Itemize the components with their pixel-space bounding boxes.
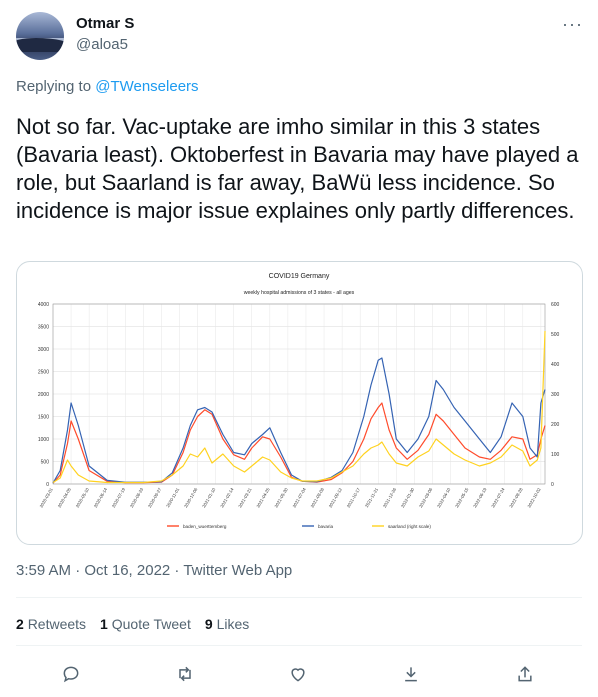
like-icon[interactable]	[284, 660, 312, 688]
y2-tick-label: 400	[551, 362, 560, 368]
y2-tick-label: 100	[551, 452, 560, 458]
x-tick-label: 2020-11-01	[165, 486, 180, 508]
x-tick-label: 2022-01-30	[400, 486, 416, 508]
quotes-stat[interactable]: 1 Quote Tweet	[100, 616, 191, 632]
chart-svg: COVID19 Germany weekly hospital admission…	[38, 273, 560, 529]
y2-tick-label: 600	[551, 302, 560, 308]
divider	[16, 645, 582, 646]
y-tick-label: 2000	[38, 392, 49, 398]
x-tick-label: 2021-02-14	[219, 486, 235, 508]
series-line-bavaria	[52, 357, 546, 484]
attached-chart-image[interactable]: COVID19 Germany weekly hospital admission…	[16, 261, 583, 545]
x-tick-label: 2022-05-15	[454, 486, 470, 508]
y2-tick-label: 0	[551, 482, 554, 488]
avatar-hill	[16, 38, 64, 52]
tweet-timestamp[interactable]: 3:59 AM · Oct 16, 2022 · Twitter Web App	[16, 562, 292, 579]
tweet-actions	[16, 660, 582, 688]
y-tick-label: 1500	[38, 415, 49, 421]
x-tick-label: 2021-01-10	[201, 486, 217, 508]
chart-title: COVID19 Germany	[269, 273, 330, 280]
x-tick-label: 2021-09-12	[328, 486, 344, 508]
avatar[interactable]	[16, 12, 64, 60]
divider	[16, 597, 582, 598]
replying-to-label: Replying to	[16, 78, 92, 95]
y-tick-label: 4000	[38, 302, 49, 308]
legend-label: baden_wuerttemberg	[183, 524, 227, 529]
author-name[interactable]: Otmar S	[76, 15, 134, 32]
y2-tick-label: 300	[551, 392, 560, 398]
retweets-stat[interactable]: 2 Retweets	[16, 616, 86, 632]
x-tick-label: 2020-04-05	[57, 486, 73, 508]
x-tick-label: 2021-12-26	[382, 486, 398, 508]
x-tick-label: 2020-03-01	[39, 486, 55, 508]
y2-tick-label: 200	[551, 422, 560, 428]
share-icon[interactable]	[511, 660, 539, 688]
x-tick-label: 2021-11-21	[364, 486, 379, 508]
y-tick-label: 1000	[38, 437, 49, 443]
tweet-text: Not so far. Vac-uptake are imho similar …	[16, 114, 579, 223]
retweet-icon[interactable]	[171, 660, 199, 688]
x-tick-label: 2022-04-10	[436, 486, 452, 508]
reply-target-link[interactable]: @TWenseleers	[95, 78, 198, 95]
reply-icon[interactable]	[57, 660, 85, 688]
x-tick-label: 2022-10-02	[526, 486, 542, 508]
likes-stat[interactable]: 9 Likes	[205, 616, 249, 632]
legend-label: bavaria	[318, 524, 334, 529]
y-tick-label: 3500	[38, 325, 49, 331]
x-tick-label: 2022-08-28	[508, 486, 524, 508]
x-tick-label: 2021-03-21	[237, 486, 253, 508]
x-tick-label: 2020-05-10	[75, 486, 91, 508]
x-tick-label: 2022-03-06	[418, 486, 434, 508]
x-tick-label: 2020-08-23	[129, 486, 145, 508]
x-tick-label: 2021-07-04	[292, 486, 308, 508]
x-tick-label: 2020-06-14	[93, 486, 109, 508]
x-tick-label: 2020-09-27	[147, 486, 163, 508]
y-tick-label: 2500	[38, 370, 49, 376]
x-tick-label: 2020-07-19	[111, 486, 127, 508]
x-tick-label: 2021-05-30	[273, 486, 289, 508]
y-tick-label: 3000	[38, 347, 49, 353]
x-tick-label: 2021-10-17	[346, 486, 362, 508]
x-tick-label: 2022-06-19	[472, 486, 488, 508]
chart-subtitle: weekly hospital admissions of 3 states -…	[244, 290, 355, 296]
legend-label: saarland (right scale)	[388, 524, 431, 529]
x-tick-label: 2022-07-24	[490, 486, 506, 508]
more-options-icon[interactable]: ···	[562, 14, 583, 35]
x-tick-label: 2021-08-08	[310, 486, 326, 508]
series-line-baden_wuerttemberg	[52, 402, 546, 484]
x-tick-label: 2021-04-25	[255, 486, 271, 508]
author-handle[interactable]: @aloa5	[76, 36, 128, 53]
bookmark-icon[interactable]	[397, 660, 425, 688]
series-line-saarland (right scale)	[52, 330, 546, 484]
tweet-stats: 2 Retweets 1 Quote Tweet 9 Likes	[16, 616, 249, 632]
x-tick-label: 2020-12-06	[183, 486, 199, 508]
y2-tick-label: 500	[551, 332, 560, 338]
y-tick-label: 500	[41, 460, 50, 466]
replying-to: Replying to @TWenseleers	[16, 78, 199, 95]
